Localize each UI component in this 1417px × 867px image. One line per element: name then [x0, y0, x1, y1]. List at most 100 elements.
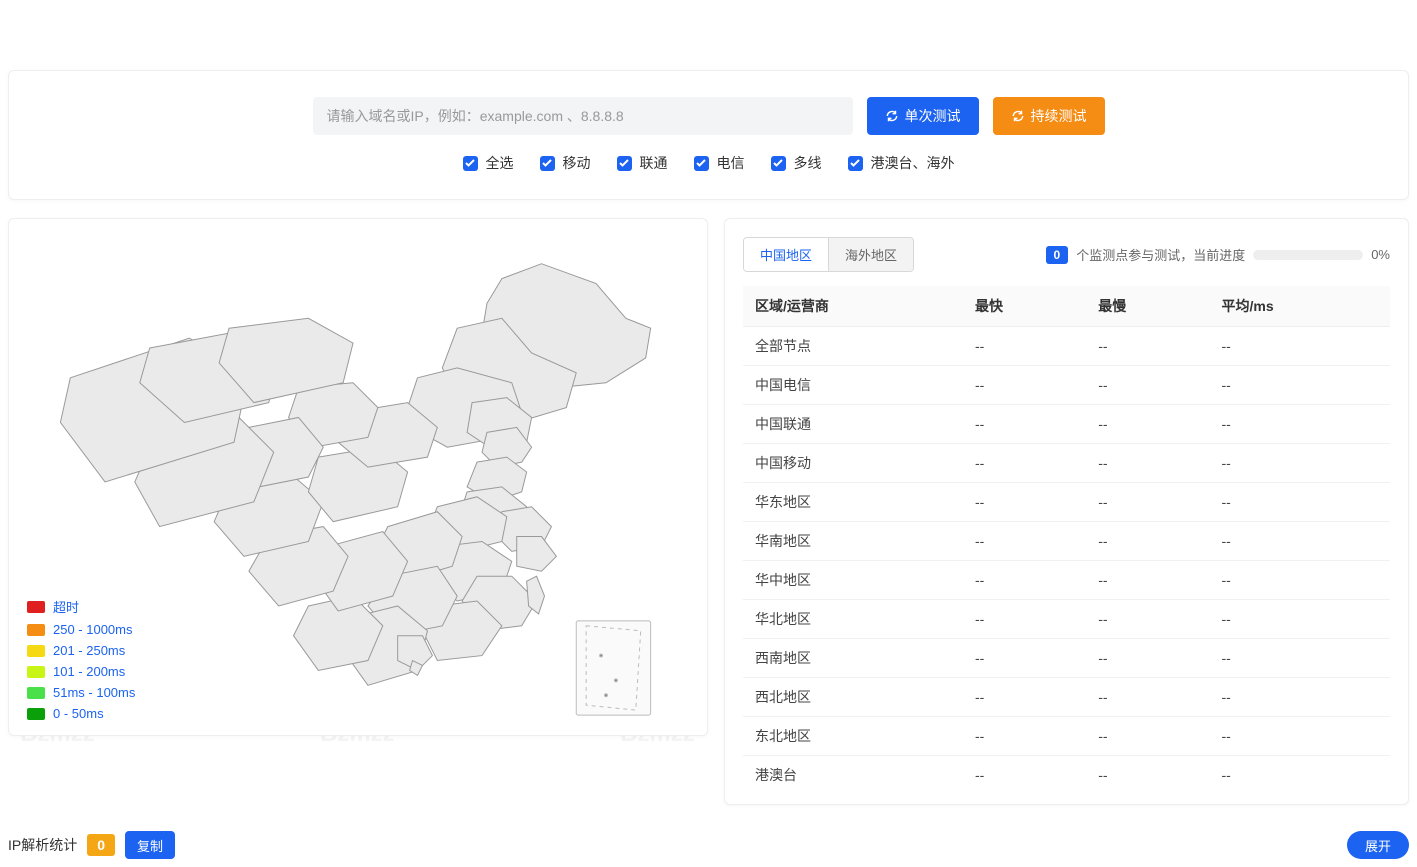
cell-fastest: -- [963, 678, 1086, 717]
cell-avg: -- [1210, 678, 1391, 717]
cell-slowest: -- [1086, 483, 1209, 522]
filter-telecom[interactable]: 电信 [694, 153, 745, 173]
legend-item[interactable]: 51ms - 100ms [27, 685, 135, 700]
cell-region: 西南地区 [743, 639, 963, 678]
cell-fastest: -- [963, 366, 1086, 405]
filter-mobile[interactable]: 移动 [540, 153, 591, 173]
col-slowest: 最慢 [1086, 286, 1209, 327]
legend-item[interactable]: 超时 [27, 597, 135, 616]
checkmark-icon [771, 156, 786, 171]
cell-region: 华中地区 [743, 561, 963, 600]
table-row: 全部节点------ [743, 327, 1390, 366]
checkmark-icon [463, 156, 478, 171]
cell-region: 华北地区 [743, 600, 963, 639]
cell-slowest: -- [1086, 366, 1209, 405]
cell-fastest: -- [963, 600, 1086, 639]
table-row: 西北地区------ [743, 678, 1390, 717]
cell-region: 西北地区 [743, 678, 963, 717]
cell-region: 中国移动 [743, 444, 963, 483]
checkmark-icon [848, 156, 863, 171]
cell-avg: -- [1210, 405, 1391, 444]
legend-label: 0 - 50ms [53, 706, 104, 721]
cell-avg: -- [1210, 600, 1391, 639]
cell-slowest: -- [1086, 444, 1209, 483]
table-row: 华北地区------ [743, 600, 1390, 639]
expand-button[interactable]: 展开 [1347, 831, 1409, 859]
table-row: 华南地区------ [743, 522, 1390, 561]
filter-all[interactable]: 全选 [463, 153, 514, 173]
cell-fastest: -- [963, 405, 1086, 444]
legend-swatch [27, 708, 45, 720]
cell-fastest: -- [963, 522, 1086, 561]
progress-percent: 0% [1371, 247, 1390, 262]
cell-slowest: -- [1086, 600, 1209, 639]
region-tabs: 中国地区 海外地区 [743, 237, 914, 272]
legend-item[interactable]: 101 - 200ms [27, 664, 135, 679]
cell-region: 中国电信 [743, 366, 963, 405]
filter-row: 全选 移动 联通 电信 多线 港澳台、海外 [463, 153, 955, 173]
cell-avg: -- [1210, 327, 1391, 366]
cell-slowest: -- [1086, 678, 1209, 717]
filter-overseas[interactable]: 港澳台、海外 [848, 153, 955, 173]
cell-region: 港澳台 [743, 756, 963, 795]
map-panel: 超时 250 - 1000ms 201 - 250ms 101 - 200ms 51ms… [8, 218, 708, 736]
single-test-label: 单次测试 [905, 106, 961, 126]
continuous-test-button[interactable]: 持续测试 [993, 97, 1105, 135]
cell-slowest: -- [1086, 327, 1209, 366]
single-test-button[interactable]: 单次测试 [867, 97, 979, 135]
cell-avg: -- [1210, 717, 1391, 756]
refresh-icon [1011, 109, 1025, 123]
cell-slowest: -- [1086, 639, 1209, 678]
refresh-icon [885, 109, 899, 123]
cell-fastest: -- [963, 639, 1086, 678]
col-fastest: 最快 [963, 286, 1086, 327]
legend-label: 51ms - 100ms [53, 685, 135, 700]
legend-label: 超时 [53, 597, 79, 616]
progress-label: 个监测点参与测试，当前进度 [1076, 245, 1245, 264]
table-row: 中国电信------ [743, 366, 1390, 405]
cell-avg: -- [1210, 561, 1391, 600]
progress-bar [1253, 250, 1363, 260]
filter-unicom[interactable]: 联通 [617, 153, 668, 173]
table-row: 华中地区------ [743, 561, 1390, 600]
legend-item[interactable]: 250 - 1000ms [27, 622, 135, 637]
domain-input[interactable] [313, 97, 853, 135]
copy-button[interactable]: 复制 [125, 831, 175, 859]
cell-avg: -- [1210, 366, 1391, 405]
progress-info: 0 个监测点参与测试，当前进度 0% [1046, 245, 1391, 264]
cell-fastest: -- [963, 483, 1086, 522]
tab-overseas[interactable]: 海外地区 [829, 238, 913, 271]
legend-item[interactable]: 201 - 250ms [27, 643, 135, 658]
legend-swatch [27, 687, 45, 699]
table-row: 华东地区------ [743, 483, 1390, 522]
table-row: 中国联通------ [743, 405, 1390, 444]
col-region: 区域/运营商 [743, 286, 963, 327]
results-panel: 中国地区 海外地区 0 个监测点参与测试，当前进度 0% 区域/运营商 最快 最… [724, 218, 1409, 805]
checkmark-icon [617, 156, 632, 171]
col-avg: 平均/ms [1210, 286, 1391, 327]
cell-avg: -- [1210, 522, 1391, 561]
legend-swatch [27, 666, 45, 678]
cell-avg: -- [1210, 756, 1391, 795]
cell-avg: -- [1210, 483, 1391, 522]
table-row: 中国移动------ [743, 444, 1390, 483]
cell-fastest: -- [963, 444, 1086, 483]
legend-label: 201 - 250ms [53, 643, 125, 658]
results-table: 区域/运营商 最快 最慢 平均/ms 全部节点------中国电信------中… [743, 286, 1390, 794]
table-row: 西南地区------ [743, 639, 1390, 678]
ip-stats-label: IP解析统计 [8, 835, 77, 855]
filter-multiline[interactable]: 多线 [771, 153, 822, 173]
legend-swatch [27, 601, 45, 613]
ip-count-badge: 0 [87, 834, 115, 856]
legend-label: 101 - 200ms [53, 664, 125, 679]
footer-bar: IP解析统计 0 复制 展开 [8, 831, 1409, 867]
tab-china[interactable]: 中国地区 [744, 238, 829, 271]
cell-avg: -- [1210, 444, 1391, 483]
cell-region: 中国联通 [743, 405, 963, 444]
cell-slowest: -- [1086, 405, 1209, 444]
legend-item[interactable]: 0 - 50ms [27, 706, 135, 721]
cell-fastest: -- [963, 327, 1086, 366]
cell-avg: -- [1210, 639, 1391, 678]
cell-fastest: -- [963, 756, 1086, 795]
checkmark-icon [694, 156, 709, 171]
